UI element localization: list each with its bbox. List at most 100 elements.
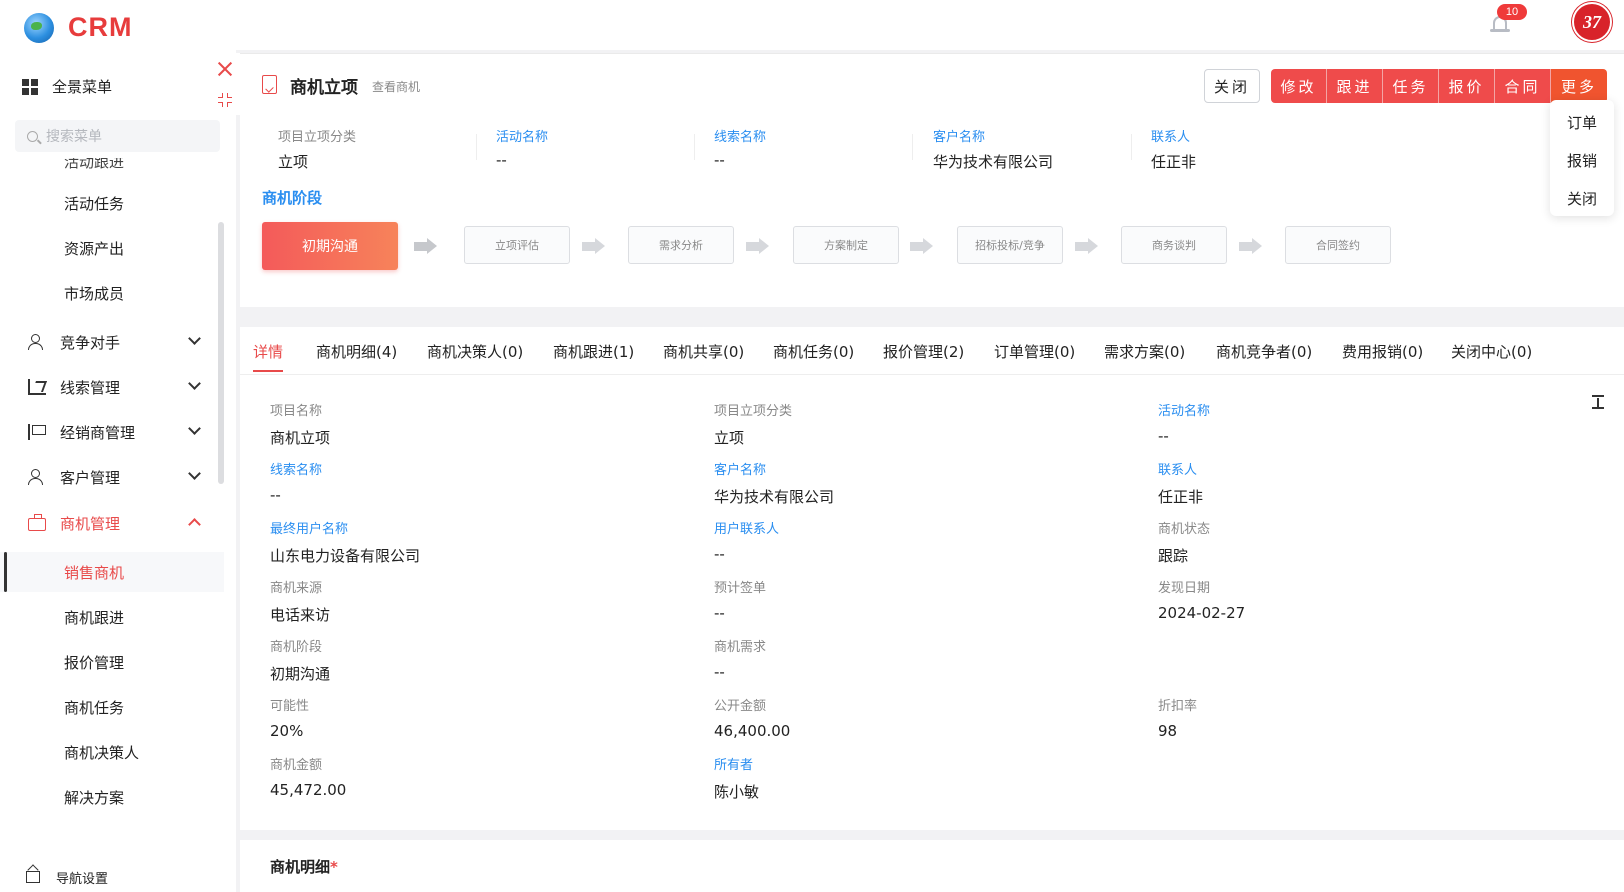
stage-initial-communication[interactable]: 初期沟通 (262, 222, 398, 270)
tab-shares[interactable]: 商机共享(0) (663, 341, 744, 362)
briefcase-icon (28, 514, 46, 531)
tab-requirements[interactable]: 需求方案(0) (1104, 341, 1185, 362)
stage-solution-design[interactable]: 方案制定 (793, 226, 899, 264)
sidebar-item-opportunity-followup[interactable]: 商机跟进 (0, 597, 224, 637)
field-label[interactable]: 客户名称 (714, 459, 1114, 478)
close-icon[interactable] (217, 61, 233, 77)
sidebar-item-decision-maker[interactable]: 商机决策人 (0, 732, 224, 772)
user-avatar[interactable]: 37 (1572, 2, 1612, 42)
field-label[interactable]: 线索名称 (714, 126, 914, 145)
notification-badge: 10 (1497, 4, 1527, 20)
edit-button[interactable]: 修改 (1271, 69, 1327, 103)
task-button[interactable]: 任务 (1383, 69, 1439, 103)
sidebar-item-solution[interactable]: 解决方案 (0, 777, 224, 817)
followup-button[interactable]: 跟进 (1327, 69, 1383, 103)
field-label[interactable]: 联系人 (1151, 126, 1351, 145)
field-value: -- (714, 604, 725, 622)
sidebar-item-activity-followup[interactable]: 活动跟进 (0, 158, 224, 181)
sidebar-group-customers[interactable]: 客户管理 (0, 457, 224, 497)
field-value: 初期沟通 (270, 665, 331, 683)
field-discount-rate: 折扣率 98 (1158, 695, 1558, 740)
contract-button[interactable]: 合同 (1495, 69, 1551, 103)
tab-competitors[interactable]: 商机竞争者(0) (1216, 341, 1312, 362)
document-icon (262, 75, 277, 94)
required-mark: * (330, 858, 338, 876)
sidebar-item-label: 商机决策人 (64, 743, 140, 762)
menu-search-input[interactable]: 搜索菜单 (15, 120, 220, 152)
sidebar-item-resource-output[interactable]: 资源产出 (0, 228, 224, 268)
full-menu-button[interactable]: 全景菜单 (22, 76, 112, 97)
sidebar-item-market-members[interactable]: 市场成员 (0, 273, 224, 313)
close-button[interactable]: 关闭 (1204, 69, 1260, 103)
summary-activity-name: 活动名称 -- (496, 126, 696, 169)
sidebar: 全景菜单 搜索菜单 活动跟进 活动任务 资源产出 市场成员 竞争对手 线索管理 … (0, 50, 236, 892)
sidebar-group-competitors[interactable]: 竞争对手 (0, 322, 224, 362)
sidebar-group-opportunities[interactable]: 商机管理 (0, 503, 224, 543)
field-activity-name: 活动名称 -- (1158, 400, 1558, 445)
nav-settings-button[interactable]: 导航设置 (0, 862, 236, 892)
tab-opportunity-items[interactable]: 商机明细(4) (316, 341, 397, 362)
field-label: 公开金额 (714, 699, 767, 714)
sidebar-item-label: 商机管理 (60, 514, 121, 533)
field-label: 商机需求 (714, 640, 767, 655)
stage-bidding[interactable]: 招标投标/竞争 (957, 226, 1063, 264)
field-value: 华为技术有限公司 (714, 488, 835, 506)
more-button[interactable]: 更多 (1551, 69, 1607, 103)
field-label: 项目名称 (270, 404, 323, 419)
chevron-down-icon (188, 422, 201, 435)
sidebar-scrollbar[interactable] (218, 222, 224, 484)
field-label: 商机金额 (270, 758, 323, 773)
tab-tasks[interactable]: 商机任务(0) (773, 341, 854, 362)
stage-contract-signing[interactable]: 合同签约 (1285, 226, 1391, 264)
arrow-right-icon (1239, 238, 1263, 254)
field-label[interactable]: 所有者 (714, 754, 1114, 773)
panel-controls (208, 53, 240, 115)
field-label[interactable]: 线索名称 (270, 459, 670, 478)
field-label: 项目立项分类 (278, 130, 357, 145)
field-value: 45,472.00 (270, 781, 347, 799)
divider (1131, 134, 1132, 160)
sidebar-item-sales-opportunity[interactable]: 销售商机 (0, 552, 224, 592)
sidebar-item-activity-task[interactable]: 活动任务 (0, 183, 224, 223)
tab-quotes[interactable]: 报价管理(2) (883, 341, 964, 362)
top-header: CRM 10 37 (0, 0, 1624, 50)
tab-expenses[interactable]: 费用报销(0) (1342, 341, 1423, 362)
tab-followups[interactable]: 商机跟进(1) (553, 341, 634, 362)
tab-close-center[interactable]: 关闭中心(0) (1451, 341, 1532, 362)
tab-details[interactable]: 详情 (253, 341, 284, 372)
field-public-amount: 公开金额 46,400.00 (714, 695, 1114, 740)
fullscreen-icon[interactable] (218, 93, 232, 107)
sidebar-item-opportunity-task[interactable]: 商机任务 (0, 687, 224, 727)
collapse-icon[interactable] (1592, 395, 1604, 409)
more-dropdown-menu: 订单 报销 关闭 (1550, 100, 1614, 216)
stage-negotiation[interactable]: 商务谈判 (1121, 226, 1227, 264)
stage-requirement-analysis[interactable]: 需求分析 (628, 226, 734, 264)
stage-project-evaluation[interactable]: 立项评估 (464, 226, 570, 264)
tab-orders[interactable]: 订单管理(0) (994, 341, 1075, 362)
field-value: 商机立项 (270, 429, 331, 447)
field-label: 折扣率 (1158, 699, 1198, 714)
sidebar-item-label: 竞争对手 (60, 333, 121, 352)
menu-item-reimbursement[interactable]: 报销 (1550, 144, 1614, 178)
field-value: 任正非 (1158, 488, 1204, 506)
sidebar-item-quote-management[interactable]: 报价管理 (0, 642, 224, 682)
field-label[interactable]: 活动名称 (496, 126, 696, 145)
menu-item-order[interactable]: 订单 (1550, 106, 1614, 140)
quote-button[interactable]: 报价 (1439, 69, 1495, 103)
field-label[interactable]: 客户名称 (933, 126, 1133, 145)
chevron-down-icon (188, 377, 201, 390)
field-label[interactable]: 用户联系人 (714, 518, 1114, 537)
sidebar-item-label: 活动跟进 (64, 158, 125, 171)
field-label[interactable]: 活动名称 (1158, 400, 1558, 419)
field-label[interactable]: 联系人 (1158, 459, 1558, 478)
field-value: -- (270, 486, 281, 504)
field-source: 商机来源 电话来访 (270, 577, 670, 625)
tab-decision-makers[interactable]: 商机决策人(0) (427, 341, 523, 362)
sidebar-group-leads[interactable]: 线索管理 (0, 367, 224, 407)
field-label[interactable]: 最终用户名称 (270, 518, 670, 537)
app-logo[interactable]: CRM (24, 12, 133, 43)
stage-title: 商机阶段 (262, 189, 323, 207)
menu-item-close[interactable]: 关闭 (1550, 182, 1614, 216)
sidebar-item-label: 活动任务 (64, 194, 125, 213)
sidebar-group-dealers[interactable]: 经销商管理 (0, 412, 224, 452)
